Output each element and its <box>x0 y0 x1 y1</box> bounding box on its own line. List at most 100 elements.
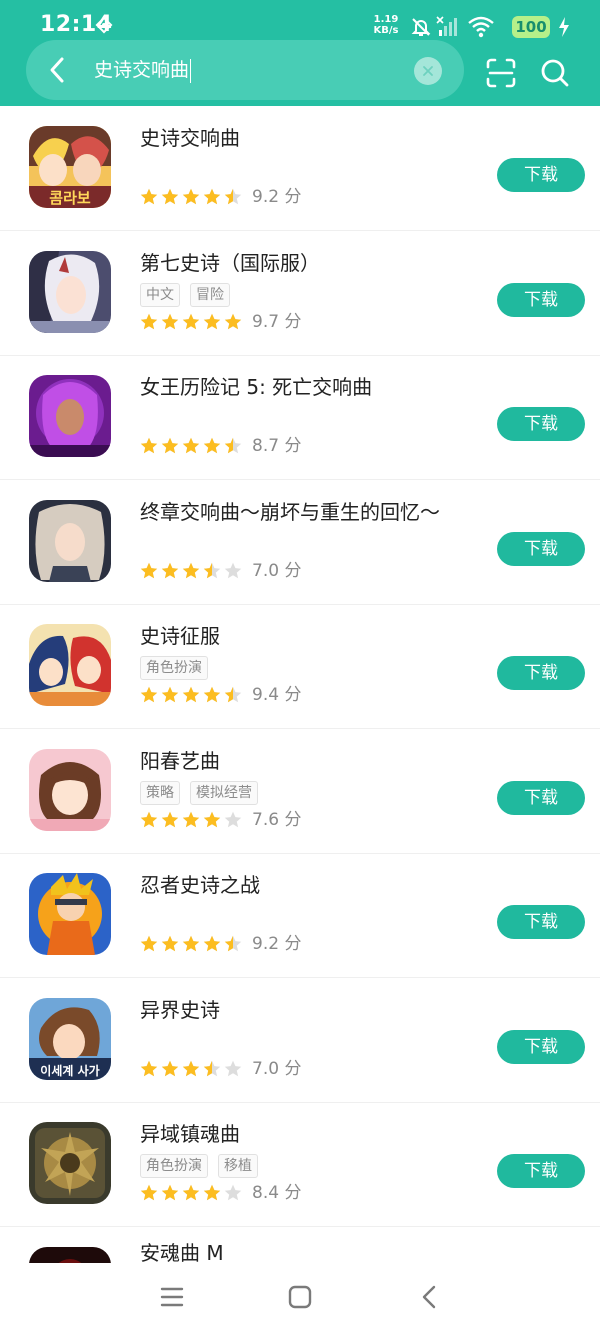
star-filled-icon <box>140 1184 158 1201</box>
bronze-mask-game-icon[interactable] <box>29 1122 111 1204</box>
anime-duo-game-icon[interactable]: 콤라보 <box>29 126 111 208</box>
star-filled-icon <box>161 562 179 579</box>
charging-icon <box>559 17 569 37</box>
rating-score: 7.0 分 <box>252 1059 302 1079</box>
back-arrow-icon[interactable] <box>44 56 72 84</box>
star-filled-icon <box>161 1060 179 1077</box>
download-button[interactable]: 下载 <box>497 905 585 939</box>
app-name[interactable]: 异界史诗 <box>140 996 220 1024</box>
search-results-list: 콤라보 史诗交响曲 9.2 分下载 第七史诗（国际服） 中文 冒险 9.7 分下载 女王历… <box>0 106 600 1263</box>
star-filled-icon <box>182 562 200 579</box>
star-filled-icon <box>203 811 221 828</box>
app-tags: 中文 冒险 <box>140 283 240 307</box>
star-filled-icon <box>140 935 158 952</box>
app-name[interactable]: 女王历险记 5: 死亡交响曲 <box>140 373 372 401</box>
star-filled-icon <box>203 437 221 454</box>
star-rating <box>140 811 242 828</box>
silver-hair-girl-game-icon[interactable] <box>29 500 111 582</box>
anime-heroes-game-icon[interactable] <box>29 624 111 706</box>
star-filled-icon <box>182 1184 200 1201</box>
scan-icon[interactable] <box>486 58 516 88</box>
app-name[interactable]: 第七史诗（国际服） <box>140 249 320 277</box>
app-list-item[interactable]: 终章交响曲～崩坏与重生的回忆～ 7.0 分 下载 <box>0 480 600 605</box>
star-filled-icon <box>203 686 221 703</box>
star-half-icon <box>224 686 242 703</box>
white-hair-girl-game-icon[interactable] <box>29 251 111 333</box>
app-name[interactable]: 史诗交响曲 <box>140 124 240 152</box>
star-empty-icon <box>224 1060 242 1077</box>
app-tags: 角色扮演 <box>140 656 218 680</box>
star-filled-icon <box>161 437 179 454</box>
purple-queen-game-icon[interactable] <box>29 375 111 457</box>
app-name[interactable]: 终章交响曲～崩坏与重生的回忆～ <box>140 498 440 526</box>
star-filled-icon <box>182 437 200 454</box>
notifications-muted-icon <box>411 18 431 36</box>
download-button[interactable]: 下载 <box>497 407 585 441</box>
star-rating <box>140 935 242 952</box>
star-filled-icon <box>224 313 242 330</box>
search-input[interactable]: 史诗交响曲 <box>94 56 192 84</box>
star-filled-icon <box>140 1060 158 1077</box>
star-filled-icon <box>161 686 179 703</box>
recent-apps-icon[interactable] <box>160 1285 184 1309</box>
download-button[interactable]: 下载 <box>497 532 585 566</box>
star-filled-icon <box>203 188 221 205</box>
star-filled-icon <box>161 1184 179 1201</box>
download-button[interactable]: 下载 <box>497 656 585 690</box>
star-filled-icon <box>203 1184 221 1201</box>
app-list-item[interactable]: 史诗征服 角色扮演 9.4 分 下载 <box>0 604 600 729</box>
star-filled-icon <box>161 188 179 205</box>
star-filled-icon <box>140 811 158 828</box>
category-tag: 角色扮演 <box>140 1154 208 1178</box>
home-icon[interactable] <box>288 1285 312 1309</box>
star-half-icon <box>203 1060 221 1077</box>
download-button[interactable]: 下载 <box>497 158 585 192</box>
nav-back-icon[interactable] <box>418 1285 440 1309</box>
app-name[interactable]: 忍者史诗之战 <box>140 871 260 899</box>
battery-level: 100 <box>512 16 550 38</box>
star-filled-icon <box>140 313 158 330</box>
app-list-item[interactable]: 콤라보 史诗交响曲 9.2 分 下载 <box>0 106 600 231</box>
app-name[interactable]: 史诗征服 <box>140 622 220 650</box>
star-filled-icon <box>182 686 200 703</box>
star-half-icon <box>224 437 242 454</box>
brown-hair-girl-game-icon[interactable] <box>29 749 111 831</box>
rating-score: 9.7 分 <box>252 312 302 332</box>
app-list-item[interactable]: 安魂曲 M <box>0 1227 600 1263</box>
app-list-item[interactable]: 女王历险记 5: 死亡交响曲 8.7 分 下载 <box>0 355 600 480</box>
search-icon[interactable] <box>540 58 570 88</box>
star-filled-icon <box>182 935 200 952</box>
star-rating <box>140 686 242 703</box>
star-half-icon <box>224 188 242 205</box>
top-bar: 12:14 1.19 KB/s 100 史诗交响曲 <box>0 0 600 106</box>
ninja-game-icon[interactable] <box>29 873 111 955</box>
brown-hair-boy-game-icon[interactable]: 이세계 사가 <box>29 998 111 1080</box>
star-rating <box>140 437 242 454</box>
app-name[interactable]: 异域镇魂曲 <box>140 1120 240 1148</box>
rating-score: 7.0 分 <box>252 561 302 581</box>
download-button[interactable]: 下载 <box>497 283 585 317</box>
app-name[interactable]: 安魂曲 M <box>140 1239 224 1263</box>
star-filled-icon <box>140 188 158 205</box>
star-rating <box>140 188 242 205</box>
dark-red-game-icon[interactable] <box>29 1247 111 1263</box>
star-filled-icon <box>203 935 221 952</box>
network-speed: 1.19 KB/s <box>373 14 399 36</box>
star-empty-icon <box>224 562 242 579</box>
download-button[interactable]: 下载 <box>497 781 585 815</box>
rating-score: 8.7 分 <box>252 436 302 456</box>
app-list-item[interactable]: 忍者史诗之战 9.2 分 下载 <box>0 853 600 978</box>
category-tag: 模拟经营 <box>190 781 258 805</box>
app-tags: 角色扮演 移植 <box>140 1154 268 1178</box>
app-list-item[interactable]: 이세계 사가 异界史诗 7.0 分 下载 <box>0 978 600 1103</box>
star-rating <box>140 313 242 330</box>
download-button[interactable]: 下载 <box>497 1030 585 1064</box>
app-list-item[interactable]: 阳春艺曲 策略 模拟经营 7.6 分 下载 <box>0 729 600 854</box>
app-list-item[interactable]: 第七史诗（国际服） 中文 冒险 9.7 分 下载 <box>0 231 600 356</box>
rating-score: 9.2 分 <box>252 934 302 954</box>
app-list-item[interactable]: 异域镇魂曲 角色扮演 移植 8.4 分 下载 <box>0 1102 600 1227</box>
clear-search-button[interactable] <box>414 57 442 85</box>
close-icon <box>423 66 433 76</box>
download-button[interactable]: 下载 <box>497 1154 585 1188</box>
app-name[interactable]: 阳春艺曲 <box>140 747 220 775</box>
